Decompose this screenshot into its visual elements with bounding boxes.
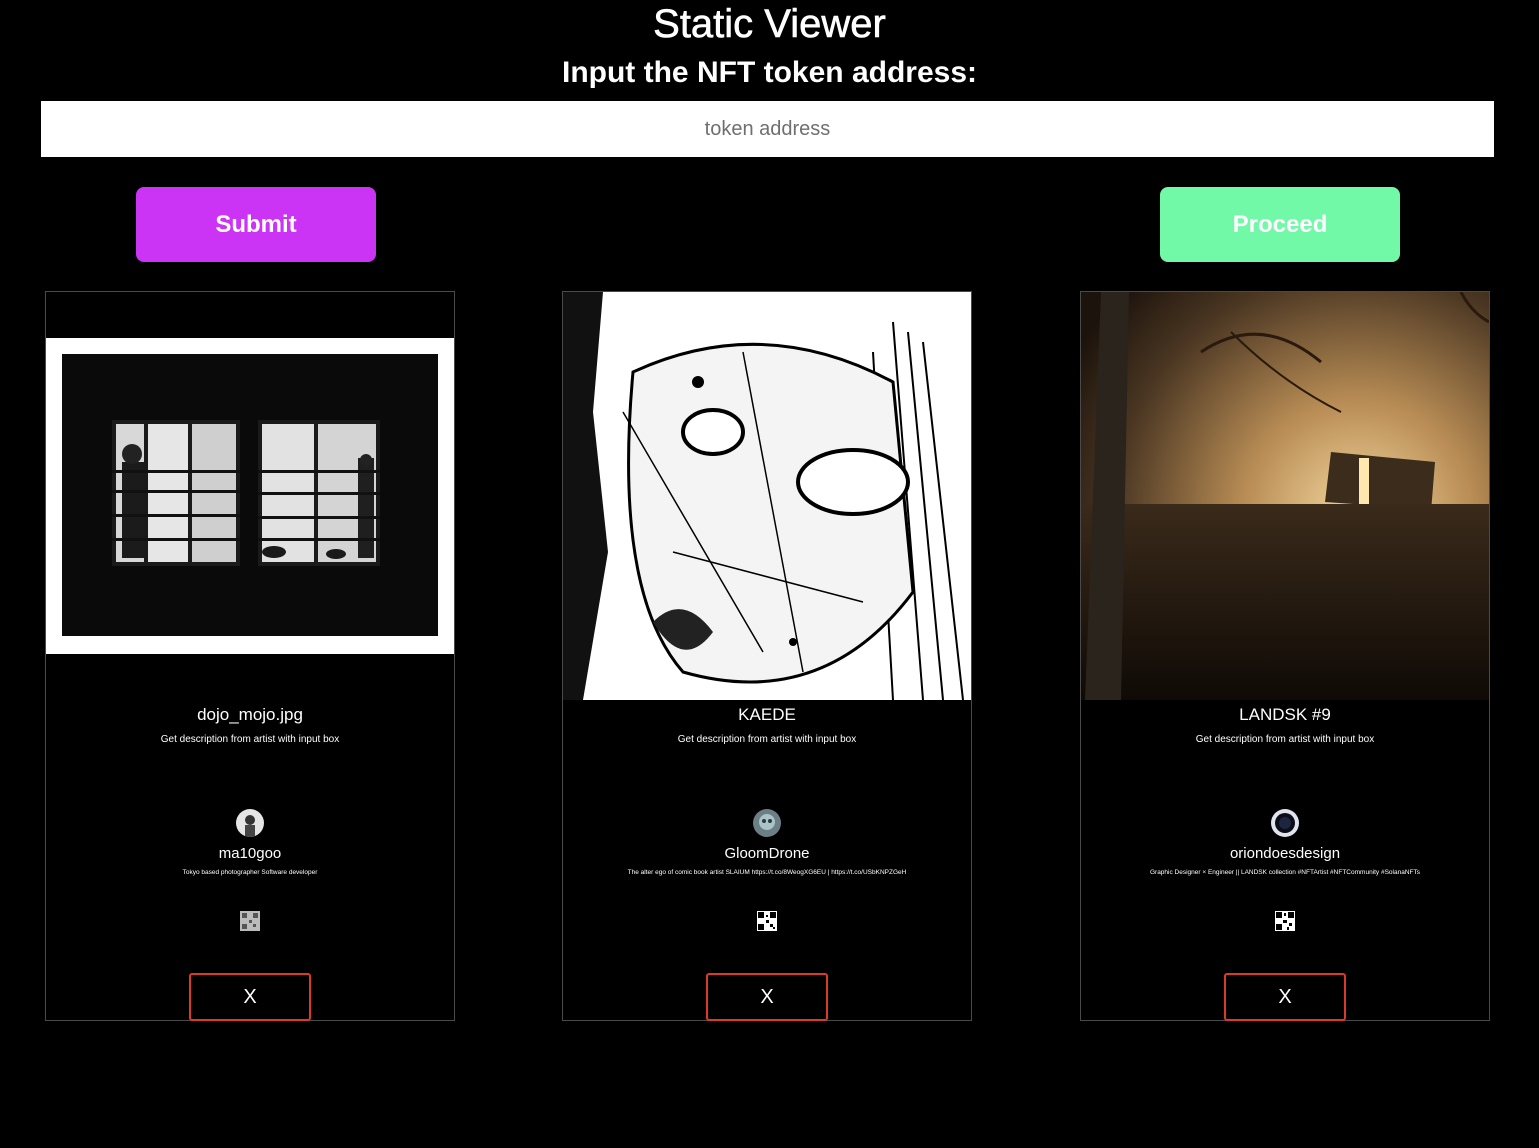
submit-button[interactable]: Submit: [136, 187, 376, 262]
remove-card-button[interactable]: X: [1224, 973, 1346, 1021]
artist-name: GloomDrone: [724, 845, 810, 862]
nft-description: Get description from artist with input b…: [677, 734, 857, 745]
qr-code-icon: [1275, 911, 1295, 931]
artist-bio: Graphic Designer × Engineer || LANDSK co…: [1149, 869, 1421, 876]
artist-name: oriondoesdesign: [1229, 845, 1341, 862]
nft-name: dojo_mojo.jpg: [197, 705, 303, 724]
nft-card: KAEDE Get description from artist with i…: [562, 291, 972, 1021]
artist-bio: Tokyo based photographer Software develo…: [182, 869, 318, 876]
remove-card-button[interactable]: X: [706, 973, 828, 1021]
artist-avatar: [236, 809, 264, 837]
proceed-button[interactable]: Proceed: [1160, 187, 1400, 262]
artist-avatar: [753, 809, 781, 837]
qr-code-icon: [757, 911, 777, 931]
remove-card-button[interactable]: X: [189, 973, 311, 1021]
token-address-input[interactable]: [41, 101, 1494, 157]
nft-image: [46, 292, 454, 700]
page-title: Static Viewer: [653, 2, 886, 47]
artist-avatar: [1271, 809, 1299, 837]
nft-description: Get description from artist with input b…: [1195, 734, 1375, 745]
nft-name: KAEDE: [738, 705, 796, 724]
nft-card: dojo_mojo.jpg Get description from artis…: [45, 291, 455, 1021]
artist-name: ma10goo: [218, 845, 282, 862]
nft-image: [563, 292, 971, 700]
artist-bio: The alter ego of comic book artist SLAIU…: [627, 869, 907, 876]
input-prompt: Input the NFT token address:: [561, 56, 978, 89]
nft-description: Get description from artist with input b…: [160, 734, 340, 745]
nft-name: LANDSK #9: [1239, 705, 1331, 724]
nft-card: LANDSK #9 Get description from artist wi…: [1080, 291, 1490, 1021]
qr-code-icon: [240, 911, 260, 931]
nft-image: [1081, 292, 1489, 700]
